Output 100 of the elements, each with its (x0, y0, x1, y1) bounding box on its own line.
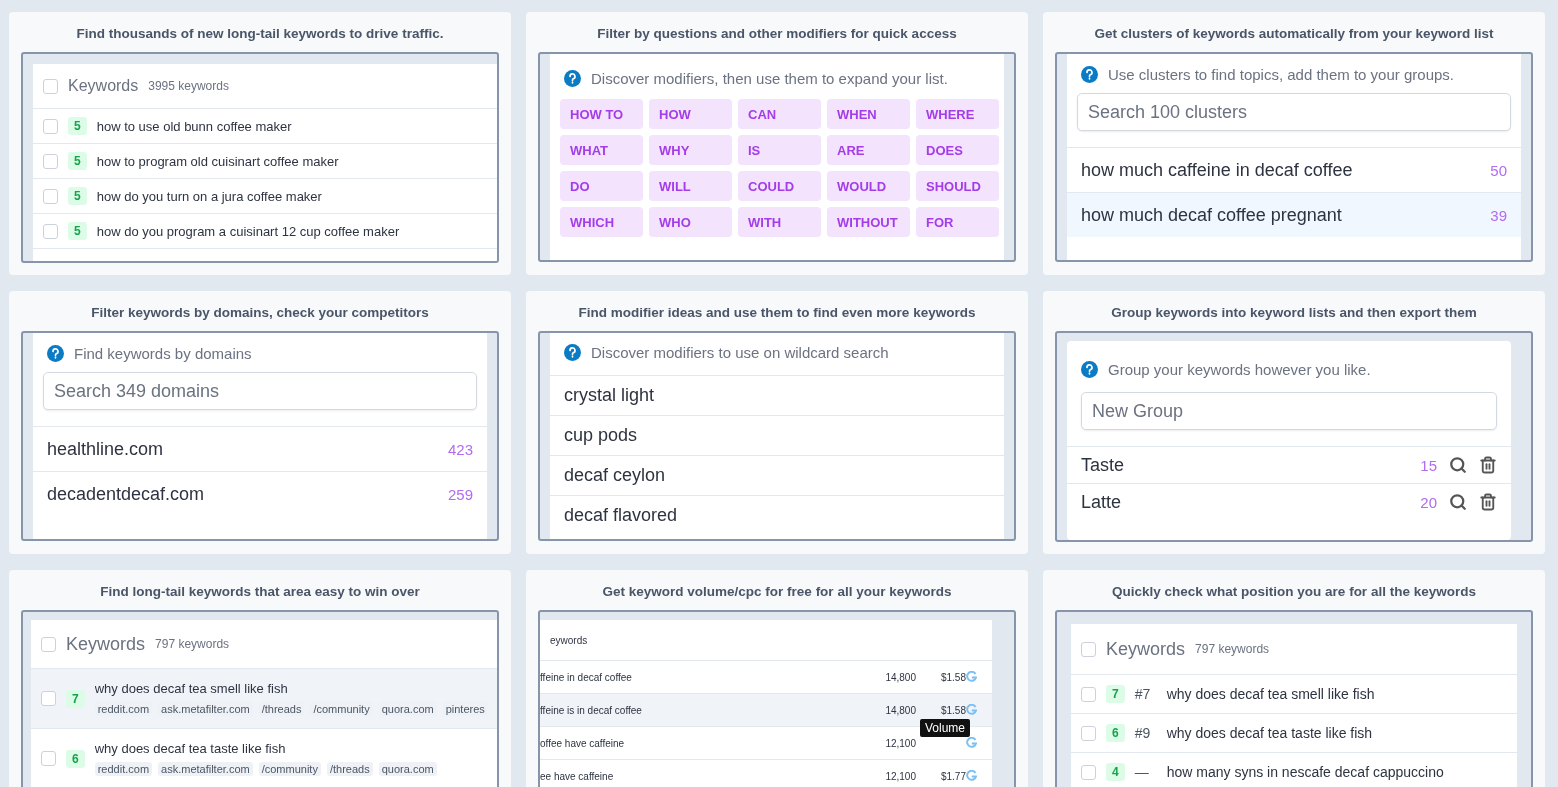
score-badge: 5 (68, 187, 87, 205)
modifier-chip[interactable]: DOES (916, 135, 999, 165)
item-text[interactable]: crystal light (564, 385, 655, 406)
score-badge: 5 (68, 222, 87, 240)
g-icon[interactable] (966, 770, 977, 782)
trash-icon[interactable] (1479, 456, 1497, 474)
help-icon (1081, 361, 1098, 378)
card-title: Get keyword volume/cpc for free for all your keywords (601, 583, 953, 601)
checkbox[interactable] (43, 118, 58, 134)
modifier-chip[interactable]: ARE (827, 135, 910, 165)
group-name[interactable]: Latte (1081, 491, 1122, 513)
modifier-chip[interactable]: HOW TO (560, 99, 643, 129)
modifier-chip[interactable]: WITH (738, 207, 821, 237)
item-text: how much caffeine in decaf coffee (1081, 159, 1353, 181)
rank-text: #9 (1134, 725, 1152, 741)
card-title: Get clusters of keywords automatically from your keyword list (1093, 25, 1495, 43)
item-text: how much decaf coffee pregnant (1081, 204, 1342, 226)
modifier-chip[interactable]: WITHOUT (827, 207, 910, 237)
keyword-count: 797 keywords (155, 637, 230, 651)
search-icon[interactable] (1449, 456, 1467, 474)
keyword-text: ee have caffeine (540, 770, 615, 782)
list-item[interactable]: how much decaf coffee pregnant 39 (1067, 192, 1521, 237)
modifier-chip[interactable]: WHEN (827, 99, 910, 129)
volume-text: 12,100 (884, 770, 916, 782)
keyword-text: why does decaf tea smell like fish (94, 681, 289, 696)
new-group-field[interactable]: New Group (1081, 392, 1497, 430)
card-title: Find long-tail keywords that area easy to win over (99, 583, 421, 601)
item-text: decadentdecaf.com (47, 483, 205, 505)
g-icon[interactable] (966, 737, 977, 749)
g-icon[interactable] (966, 671, 977, 683)
source-tag: /threads (258, 702, 305, 716)
modifier-chip[interactable]: WHICH (560, 207, 643, 237)
search-field[interactable]: Search 349 domains (43, 372, 477, 410)
keyword-text: ffeine is in decaf coffee (540, 704, 643, 716)
source-tag: /community (258, 762, 321, 776)
source-tag: /threads (326, 762, 373, 776)
keyword-row[interactable]: 7 why does decaf tea smell like fish reddit.com ask.metafilter.com /threads /community quora.com pinteres (31, 669, 497, 729)
group-count: 20 (1420, 493, 1437, 511)
keyword-text: offee have caffeine (540, 737, 626, 749)
score-badge: 7 (1106, 685, 1125, 703)
modifier-chip[interactable]: WOULD (827, 171, 910, 201)
checkbox[interactable] (1081, 686, 1096, 702)
score-badge: 4 (1106, 763, 1125, 781)
help-icon (47, 345, 64, 362)
hint-text: Find keywords by domains (74, 345, 252, 362)
trash-icon[interactable] (1479, 493, 1497, 511)
item-count: 50 (1490, 161, 1507, 179)
column-header: eywords (550, 634, 589, 646)
keyword-text: ffeine in decaf coffee (540, 671, 633, 683)
checkbox[interactable] (43, 78, 58, 94)
score-badge: 6 (1106, 724, 1125, 742)
checkbox[interactable] (1081, 764, 1096, 780)
item-text[interactable]: cup pods (564, 425, 638, 446)
checkbox[interactable] (41, 636, 56, 652)
source-tag: ask.metafilter.com (158, 762, 253, 776)
modifier-chip[interactable]: COULD (738, 171, 821, 201)
modifier-chip[interactable]: WHY (649, 135, 732, 165)
item-count: 423 (447, 440, 473, 458)
keyword-text: why does decaf tea taste like fish (1166, 725, 1373, 741)
modifier-chip[interactable]: FOR (916, 207, 999, 237)
help-icon (564, 70, 581, 87)
card-title: Find modifier ideas and use them to find even more keywords (577, 304, 977, 322)
keyword-text: why does decaf tea taste like fish (94, 741, 287, 756)
score-badge: 5 (68, 152, 87, 170)
item-count: 259 (447, 485, 473, 503)
checkbox[interactable] (1081, 641, 1096, 657)
help-icon (564, 344, 581, 361)
modifier-chip[interactable]: CAN (738, 99, 821, 129)
modifier-chip[interactable]: WHERE (916, 99, 999, 129)
modifier-chip[interactable]: SHOULD (916, 171, 999, 201)
checkbox[interactable] (41, 691, 56, 706)
modifier-chip[interactable]: DO (560, 171, 643, 201)
keyword-count: 797 keywords (1195, 642, 1270, 656)
item-text[interactable]: decaf flavored (564, 505, 678, 526)
group-count: 15 (1420, 456, 1437, 474)
checkbox[interactable] (41, 751, 56, 766)
card-title: Filter keywords by domains, check your competitors (90, 304, 430, 322)
checkbox[interactable] (43, 188, 58, 204)
source-tag: reddit.com (94, 762, 153, 776)
checkbox[interactable] (43, 153, 58, 169)
item-text[interactable]: decaf ceylon (564, 465, 666, 486)
g-icon[interactable] (966, 704, 977, 716)
volume-text: 14,800 (884, 704, 916, 716)
modifier-chip[interactable]: WHAT (560, 135, 643, 165)
group-name[interactable]: Taste (1081, 454, 1125, 476)
source-tag: /community (310, 702, 373, 716)
keyword-text: how to use old bunn coffee maker (96, 118, 292, 134)
modifier-chip[interactable]: WILL (649, 171, 732, 201)
checkbox[interactable] (43, 223, 58, 239)
modifier-chip[interactable]: HOW (649, 99, 732, 129)
column-header: Keywords (68, 77, 139, 95)
search-icon[interactable] (1449, 493, 1467, 511)
cpc-text: $1.77 (939, 770, 966, 782)
score-badge: 7 (66, 689, 85, 708)
search-field[interactable]: Search 100 clusters (1077, 93, 1511, 131)
keyword-text: how to program old cuisinart coffee maker (96, 153, 339, 169)
volume-text: 14,800 (884, 671, 916, 683)
checkbox[interactable] (1081, 725, 1096, 741)
modifier-chip[interactable]: WHO (649, 207, 732, 237)
modifier-chip[interactable]: IS (738, 135, 821, 165)
